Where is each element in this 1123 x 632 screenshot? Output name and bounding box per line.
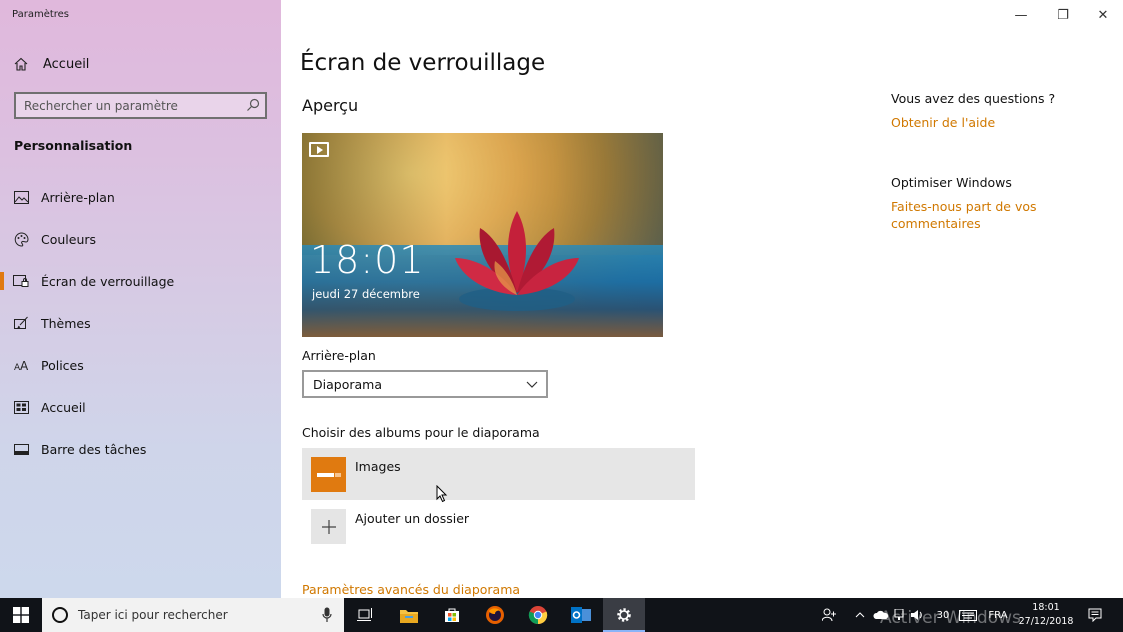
restore-button[interactable]: ❐ [1043, 4, 1083, 26]
add-folder-label: Ajouter un dossier [355, 511, 470, 526]
sidebar-item-label: Thèmes [41, 315, 91, 331]
help-section: Vous avez des questions ? Obtenir de l'a… [891, 91, 1055, 131]
preview-date: jeudi 27 décembre [312, 287, 420, 301]
sidebar-item-start[interactable]: Accueil [0, 387, 281, 427]
sidebar-item-background[interactable]: Arrière-plan [0, 177, 281, 217]
taskbar-search[interactable]: Taper ici pour rechercher [42, 598, 344, 632]
picture-icon [13, 189, 29, 205]
search-icon[interactable] [245, 97, 261, 113]
windows-logo-icon [13, 607, 29, 623]
network-icon[interactable] [892, 598, 906, 632]
get-help-link[interactable]: Obtenir de l'aide [891, 114, 1055, 131]
palette-icon [13, 231, 29, 247]
background-select-value: Diaporama [313, 376, 382, 392]
sidebar-item-fonts[interactable]: AA Polices [0, 345, 281, 385]
start-icon [13, 399, 29, 415]
sidebar-item-label: Accueil [41, 399, 86, 415]
sidebar-item-label: Polices [41, 357, 84, 373]
app-title: Paramètres [12, 9, 70, 20]
sidebar-item-lock-screen[interactable]: Écran de verrouillage [0, 261, 281, 301]
chrome-icon [528, 606, 548, 625]
firefox-icon [486, 606, 504, 624]
taskbar-search-placeholder: Taper ici pour rechercher [78, 608, 228, 622]
taskbar: Taper ici pour rechercher 30 FRA 18:01 2… [0, 598, 1123, 632]
start-button[interactable] [0, 598, 42, 632]
add-folder-button[interactable]: Ajouter un dossier [302, 500, 695, 552]
sidebar-item-label: Arrière-plan [41, 189, 115, 205]
settings-button[interactable] [603, 598, 645, 632]
settings-sidebar: Paramètres Accueil Personnalisation Arri… [0, 0, 281, 598]
folder-icon [400, 609, 418, 623]
preview-time: 18:01 [310, 238, 425, 282]
feedback-section: Optimiser Windows Faites-nous part de vo… [891, 175, 1037, 232]
slideshow-icon [309, 142, 329, 157]
page-title: Écran de verrouillage [300, 50, 546, 76]
notification-icon [1088, 608, 1102, 622]
taskbar-clock[interactable]: 18:01 27/12/2018 [1018, 601, 1074, 629]
nav-home[interactable]: Accueil [14, 54, 89, 74]
lock-screen-icon [13, 273, 29, 289]
section-title: Personnalisation [14, 138, 133, 153]
sidebar-item-colors[interactable]: Couleurs [0, 219, 281, 259]
onedrive-icon[interactable] [870, 598, 892, 632]
taskbar-icon [13, 441, 29, 457]
nav-home-label: Accueil [43, 56, 90, 72]
brush-icon [13, 315, 29, 331]
file-explorer-button[interactable] [388, 598, 430, 632]
background-label: Arrière-plan [302, 348, 376, 363]
lock-screen-preview: 18:01 jeudi 27 décembre [302, 133, 663, 337]
sidebar-item-label: Couleurs [41, 231, 97, 247]
background-select[interactable]: Diaporama [302, 370, 548, 398]
preview-heading: Aperçu [302, 96, 359, 115]
store-icon [445, 608, 459, 622]
cortana-icon [52, 607, 68, 623]
chrome-button[interactable] [517, 598, 559, 632]
help-question: Vous avez des questions ? [891, 91, 1056, 106]
plus-icon [311, 509, 346, 544]
chevron-up-icon[interactable] [850, 598, 870, 632]
firefox-button[interactable] [474, 598, 516, 632]
volume-level: 30 [936, 609, 950, 621]
speaker-icon[interactable] [906, 598, 928, 632]
album-name: Images [355, 459, 401, 474]
sidebar-item-label: Écran de verrouillage [41, 273, 175, 289]
feedback-link-line2: commentaires [891, 216, 981, 231]
clock-time: 18:01 [1032, 602, 1060, 613]
outlook-button[interactable] [560, 598, 602, 632]
close-button[interactable]: ✕ [1083, 4, 1123, 26]
album-item-images[interactable]: Images [302, 448, 695, 503]
sidebar-item-themes[interactable]: Thèmes [0, 303, 281, 343]
sidebar-item-taskbar[interactable]: Barre des tâches [0, 429, 281, 469]
home-icon [14, 57, 28, 71]
minimize-button[interactable]: — [1001, 4, 1041, 26]
sidebar-item-label: Barre des tâches [41, 441, 147, 457]
chevron-down-icon [526, 381, 538, 388]
action-center-button[interactable] [1080, 598, 1110, 632]
clock-date: 27/12/2018 [1018, 616, 1074, 627]
settings-search[interactable] [14, 92, 267, 119]
font-icon: AA [13, 357, 29, 373]
folder-icon [311, 457, 346, 492]
feedback-link-line1: Faites-nous part de vos [891, 199, 1037, 214]
lotus-flower-image [455, 211, 579, 311]
advanced-slideshow-link[interactable]: Paramètres avancés du diaporama [302, 582, 520, 597]
outlook-icon [571, 607, 591, 623]
gear-icon [617, 608, 631, 622]
improve-title: Optimiser Windows [891, 175, 1012, 190]
albums-label: Choisir des albums pour le diaporama [302, 425, 540, 440]
main-content: — ❐ ✕ Écran de verrouillage Aperçu 18:01… [281, 0, 1123, 598]
task-view-icon [357, 608, 372, 621]
keyboard-icon[interactable] [955, 598, 981, 632]
people-icon[interactable] [818, 598, 840, 632]
store-button[interactable] [431, 598, 473, 632]
language-indicator[interactable]: FRA [984, 598, 1012, 632]
search-input[interactable] [24, 97, 239, 115]
feedback-link[interactable]: Faites-nous part de vos commentaires [891, 198, 1037, 232]
microphone-icon[interactable] [322, 607, 332, 623]
task-view-button[interactable] [344, 598, 386, 632]
svg-text:A: A [20, 359, 29, 372]
